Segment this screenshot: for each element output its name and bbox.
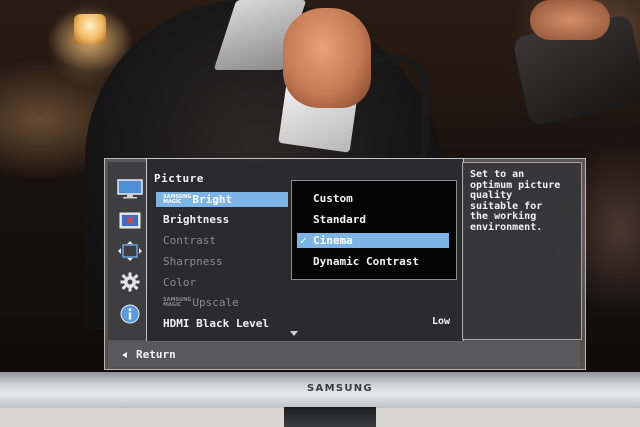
gear-icon[interactable] [116,271,144,293]
help-description: Set to an optimum picture quality suitab… [470,169,561,233]
osd-footer [108,341,580,367]
logo-bottom-text: MAGIC [163,302,182,308]
return-button[interactable]: Return [136,348,176,361]
submenu-option-standard[interactable]: Standard [297,212,449,227]
submenu-option-dynamic-contrast[interactable]: Dynamic Contrast [297,254,449,269]
hand [283,8,371,108]
menu-item-sharpness[interactable]: Sharpness [156,254,288,269]
menu-item-hdmi-black-level[interactable]: HDMI Black Level [156,316,356,331]
menu-item-brightness[interactable]: Brightness [156,212,288,227]
menu-item-label: Upscale [192,296,239,309]
submenu-option-custom[interactable]: Custom [297,191,449,206]
menu-title: Picture [154,172,204,185]
checkmark-icon: ✓ [300,234,307,247]
menu-item-label: Bright [192,193,233,206]
menu-item-magic-upscale[interactable]: SAMSUNG MAGIC Upscale [156,295,288,310]
logo-bottom-text: MAGIC [163,199,182,205]
desk-surface-left [0,408,284,427]
monitor-stand [284,407,376,427]
submenu-option-label: Cinema [313,234,353,247]
menu-item-contrast[interactable]: Contrast [156,233,288,248]
brand-logo: SAMSUNG [307,383,373,394]
color-icon[interactable] [116,210,144,232]
scroll-down-icon[interactable] [290,331,298,336]
info-icon[interactable] [116,303,144,325]
return-arrow-icon[interactable] [122,352,127,358]
samsung-magic-logo: SAMSUNG MAGIC [163,195,191,205]
menu-item-magic-bright[interactable]: SAMSUNG MAGIC Bright [156,192,288,207]
hand-right [530,0,610,40]
samsung-magic-logo: SAMSUNG MAGIC [163,298,191,308]
monitor-picture-icon[interactable] [116,178,144,200]
lamp-icon [74,14,106,44]
submenu-option-cinema[interactable]: ✓ Cinema [297,233,449,248]
desk-surface-right [376,408,640,427]
menu-item-color[interactable]: Color [156,275,288,290]
size-position-icon[interactable] [116,240,144,262]
hdmi-black-level-value: Low [431,316,450,327]
